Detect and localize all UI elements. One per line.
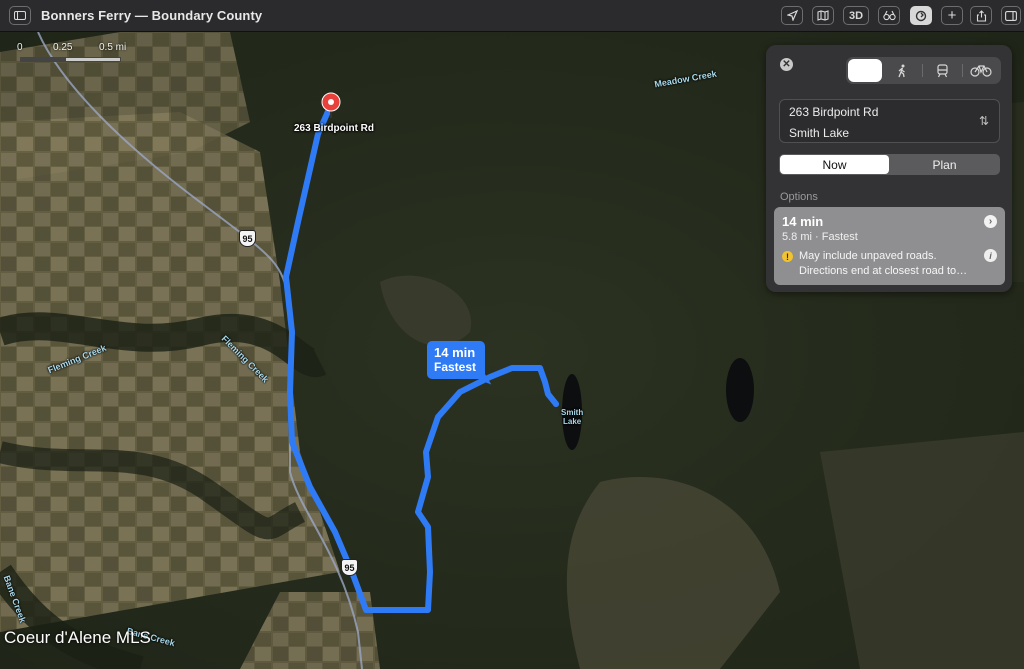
binoculars-icon xyxy=(882,10,896,21)
pin-label[interactable]: 263 Birdpoint Rd xyxy=(294,123,374,134)
option-summary: 5.8 mi · Fastest xyxy=(782,231,858,243)
look-around-button[interactable] xyxy=(878,6,900,25)
option-warning: May include unpaved roads. Directions en… xyxy=(799,249,967,279)
window-title: Bonners Ferry — Boundary County xyxy=(41,8,263,23)
route-callout-time: 14 min xyxy=(434,345,476,360)
option-warning-line2: Directions end at closest road to… xyxy=(799,265,968,277)
mode-separator xyxy=(962,64,963,77)
route-details-button[interactable]: › xyxy=(984,215,997,228)
directions-panel: ✕ 263 Birdpoint Rd Smith Lake ⇅ Now Plan… xyxy=(766,45,1012,292)
swap-endpoints-icon[interactable]: ⇅ xyxy=(979,114,989,128)
sidebar-icon xyxy=(14,11,26,20)
route-callout-label: Fastest xyxy=(434,360,477,374)
sidebar-right-icon xyxy=(1005,10,1017,21)
close-icon: ✕ xyxy=(782,58,791,70)
add-button[interactable]: + xyxy=(941,6,963,25)
sidebar-right-button[interactable] xyxy=(1001,6,1021,25)
location-button[interactable] xyxy=(781,6,803,25)
sidebar-toggle-button[interactable] xyxy=(9,6,31,25)
mode-drive-button[interactable] xyxy=(848,59,882,82)
directions-button[interactable] xyxy=(910,6,932,25)
highway-95-shield-north: 95 xyxy=(239,230,256,247)
close-directions-button[interactable]: ✕ xyxy=(780,58,793,71)
mode-cycle-button[interactable] xyxy=(964,59,998,82)
route-end-marker xyxy=(553,401,559,407)
transport-mode-selector xyxy=(846,57,1001,84)
route-option-card[interactable]: 14 min 5.8 mi · Fastest › ! May include … xyxy=(774,207,1005,285)
share-button[interactable] xyxy=(970,6,992,25)
scale-label-quarter: 0.25 xyxy=(53,42,73,53)
directions-icon xyxy=(915,10,927,21)
window-titlebar: Bonners Ferry — Boundary County 3D + xyxy=(0,0,1024,32)
route-endpoints: 263 Birdpoint Rd Smith Lake ⇅ xyxy=(779,99,1000,143)
to-field[interactable]: Smith Lake xyxy=(789,126,849,140)
chevron-right-icon: › xyxy=(988,216,993,227)
mls-watermark: Coeur d'Alene MLS xyxy=(4,628,151,647)
timing-segmented-control: Now Plan xyxy=(779,154,1000,175)
info-icon[interactable]: i xyxy=(984,249,997,262)
highway-95-shield-south: 95 xyxy=(341,559,358,576)
route-callout[interactable]: 14 min Fastest xyxy=(427,341,485,379)
mode-walk-button[interactable] xyxy=(885,59,919,82)
option-warning-line1: May include unpaved roads. xyxy=(799,250,937,262)
scale-label-0: 0 xyxy=(17,42,23,53)
scale-bar xyxy=(20,57,121,62)
option-time: 14 min xyxy=(782,214,824,229)
walking-icon xyxy=(898,64,905,77)
smith-lake-label: Smith Lake xyxy=(561,408,584,426)
scale-label-half: 0.5 mi xyxy=(99,42,127,53)
3d-button[interactable]: 3D xyxy=(843,6,869,25)
map-icon xyxy=(817,10,829,21)
share-icon xyxy=(976,9,986,22)
warning-icon: ! xyxy=(782,251,793,262)
plan-tab[interactable]: Plan xyxy=(890,155,999,174)
now-tab[interactable]: Now xyxy=(780,155,889,174)
location-arrow-icon xyxy=(786,10,798,21)
bicycle-icon xyxy=(970,65,992,77)
options-heading: Options xyxy=(780,191,818,203)
from-field[interactable]: 263 Birdpoint Rd xyxy=(789,105,878,119)
plus-icon: + xyxy=(947,7,957,24)
map-mode-button[interactable] xyxy=(812,6,834,25)
train-icon xyxy=(936,63,948,77)
mode-separator xyxy=(922,64,923,77)
mode-transit-button[interactable] xyxy=(925,59,959,82)
